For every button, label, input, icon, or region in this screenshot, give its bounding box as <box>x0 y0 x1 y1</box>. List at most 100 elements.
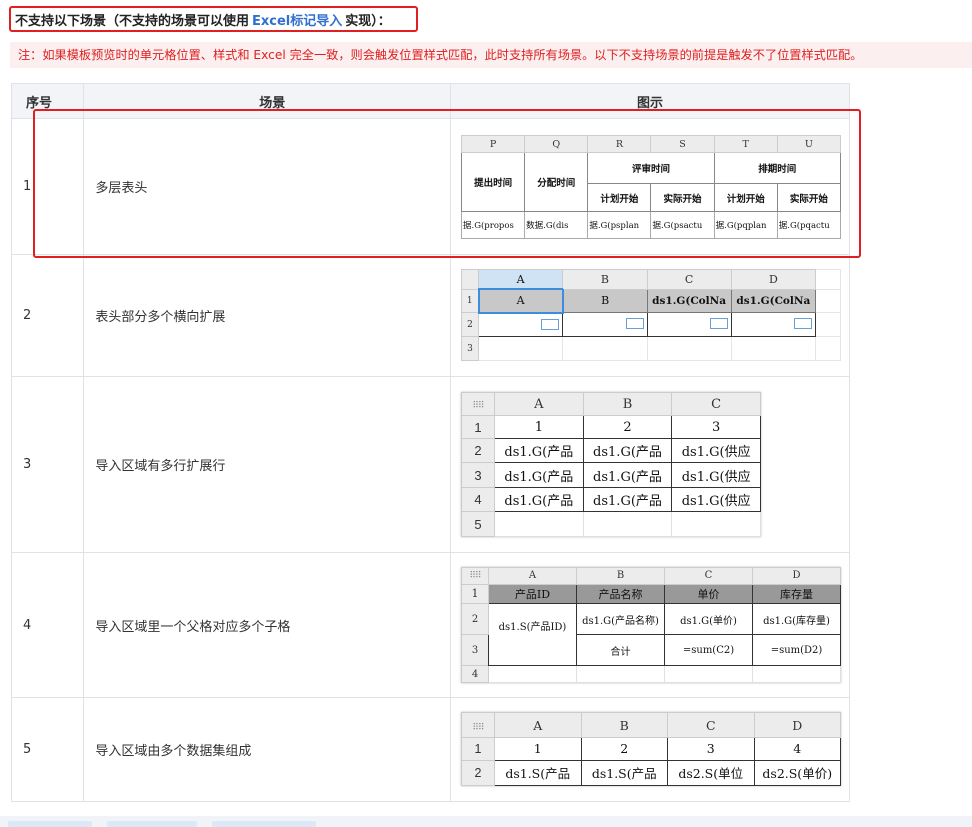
column-header: D <box>753 711 841 739</box>
column-header: C <box>664 567 753 585</box>
selected-cell: A <box>477 288 564 314</box>
empty-cell <box>730 336 817 361</box>
data-cell: ds2.S(单价) <box>753 759 841 787</box>
table-row: 2 表头部分多个横向扩展 A B C D 1 A B ds1.G(ColNa d… <box>10 254 850 377</box>
row-illustration: ⠿⠿ A B C 1 1 2 3 2 ds1.G(产品 ds1.G(产品 ds1… <box>450 376 850 553</box>
column-header: A <box>477 269 564 290</box>
data-cell: ds1.G(产品 <box>582 486 673 513</box>
data-cell <box>730 312 817 338</box>
row-header: 2 <box>461 437 495 464</box>
data-cell: 1 <box>494 415 584 439</box>
empty-cell <box>477 336 564 361</box>
row-header: 1 <box>461 288 479 314</box>
data-cell: ds1.S(产品ID) <box>488 603 577 667</box>
data-cell: ds1.G(供应 <box>671 437 761 464</box>
header-cell: ds1.G(ColNa <box>730 288 817 314</box>
section-heading: 不支持以下场景（不支持的场景可以使用 Excel标记导入 实现）： <box>9 6 418 32</box>
row-number: 2 <box>10 254 85 377</box>
illustration-image: ⠿⠿ A B C D 1 1 2 3 4 2 ds1.S(产品 ds1.S(产品… <box>461 711 841 787</box>
data-cell: ds1.G(供应 <box>671 486 761 513</box>
table-row: 5 导入区域由多个数据集组成 ⠿⠿ A B C D 1 1 2 3 4 2 ds… <box>10 697 850 802</box>
data-cell: 4 <box>753 737 841 761</box>
row-illustration: ⠿⠿ A B C D 1 1 2 3 4 2 ds1.S(产品 ds1.S(产品… <box>450 697 850 802</box>
column-header: B <box>580 711 668 739</box>
row-number: 5 <box>10 697 85 802</box>
data-cell: 3 <box>667 737 755 761</box>
column-header: D <box>730 269 817 290</box>
data-cell: ds1.G(供应 <box>671 462 761 488</box>
row-header: 2 <box>461 759 495 787</box>
empty-cell <box>671 511 761 537</box>
data-cell: ds1.G(产品 <box>494 486 584 513</box>
data-cell: ds1.G(产品 <box>494 462 584 488</box>
data-cell: ds1.S(产品 <box>580 759 668 787</box>
spreadsheet-grid: ⠿⠿ A B C D 1 产品ID 产品名称 单价 库存量 2 ds1.S(产品… <box>461 567 841 683</box>
bottom-tab[interactable] <box>212 821 316 827</box>
table-row: 3 导入区域有多行扩展行 ⠿⠿ A B C 1 1 2 3 2 ds1.G(产品… <box>10 376 850 553</box>
grid-handle-icon: ⠿⠿ <box>461 567 489 585</box>
data-cell: =sum(D2) <box>752 634 841 667</box>
column-header: A <box>488 567 577 585</box>
column-header: C <box>646 269 732 290</box>
header-cell: ds1.G(ColNa <box>646 288 732 314</box>
empty-cell <box>582 511 673 537</box>
column-header: B <box>576 567 665 585</box>
row-scene: 表头部分多个横向扩展 <box>83 254 451 377</box>
data-cell: ds1.G(产品 <box>582 462 673 488</box>
empty-cell <box>562 336 648 361</box>
table-row: 4 导入区域里一个父格对应多个子格 ⠿⠿ A B C D 1 产品ID 产品名称 <box>10 552 850 698</box>
data-cell: ds1.G(单价) <box>664 603 753 636</box>
grid-handle-icon: ⠿⠿ <box>461 391 495 417</box>
empty-cell <box>752 665 841 683</box>
column-header: C <box>671 391 761 417</box>
data-cell <box>646 312 732 338</box>
empty-cell <box>576 665 665 683</box>
row-scene: 导入区域由多个数据集组成 <box>83 697 451 802</box>
data-cell: 3 <box>671 415 761 439</box>
header-cell: 库存量 <box>752 583 841 605</box>
row-header: 3 <box>461 462 495 488</box>
illustration-image: ⠿⠿ A B C D 1 产品ID 产品名称 单价 库存量 2 ds1.S(产品… <box>461 567 841 683</box>
data-cell: 合计 <box>576 634 665 667</box>
row-scene: 导入区域有多行扩展行 <box>83 376 451 553</box>
bottom-tab[interactable] <box>8 821 92 827</box>
heading-prefix: 不支持以下场景（不支持的场景可以使用 <box>15 13 250 29</box>
data-cell: ds1.G(产品名称) <box>576 603 665 636</box>
highlight-box <box>33 109 861 258</box>
data-cell: ds1.G(库存量) <box>752 603 841 636</box>
data-cell <box>477 312 564 338</box>
illustration-image: A B C D 1 A B ds1.G(ColNa ds1.G(ColNa 2 … <box>461 269 841 361</box>
spreadsheet-grid: ⠿⠿ A B C 1 1 2 3 2 ds1.G(产品 ds1.G(产品 ds1… <box>461 391 761 537</box>
row-header: 2 <box>461 312 479 338</box>
excel-mark-import-link[interactable]: Excel标记导入 <box>252 10 342 29</box>
row-number: 4 <box>10 552 85 698</box>
empty-cell <box>646 336 732 361</box>
row-header: 1 <box>461 583 489 605</box>
data-cell: ds1.G(产品 <box>582 437 673 464</box>
data-cell: =sum(C2) <box>664 634 753 667</box>
data-cell: 2 <box>582 415 673 439</box>
grid-handle-icon: ⠿⠿ <box>461 711 495 739</box>
row-header: 4 <box>461 665 489 683</box>
empty-cell <box>494 511 584 537</box>
data-cell: ds2.S(单位 <box>667 759 755 787</box>
row-header: 3 <box>461 634 489 667</box>
row-header: 1 <box>461 415 495 439</box>
bottom-tab[interactable] <box>107 821 197 827</box>
column-header: B <box>582 391 673 417</box>
header-cell: B <box>562 288 648 314</box>
data-cell: ds1.G(产品 <box>494 437 584 464</box>
header-cell: 单价 <box>664 583 753 605</box>
empty-cell <box>815 336 841 361</box>
empty-cell <box>488 665 577 683</box>
row-scene: 导入区域里一个父格对应多个子格 <box>83 552 451 698</box>
row-header: 1 <box>461 737 495 761</box>
row-header: 5 <box>461 511 495 537</box>
empty-cell <box>815 269 841 290</box>
empty-cell <box>815 288 841 314</box>
empty-cell <box>815 312 841 338</box>
data-cell: 2 <box>580 737 668 761</box>
spreadsheet-grid: ⠿⠿ A B C D 1 1 2 3 4 2 ds1.S(产品 ds1.S(产品… <box>461 711 841 787</box>
row-number: 3 <box>10 376 85 553</box>
row-illustration: A B C D 1 A B ds1.G(ColNa ds1.G(ColNa 2 … <box>450 254 850 377</box>
